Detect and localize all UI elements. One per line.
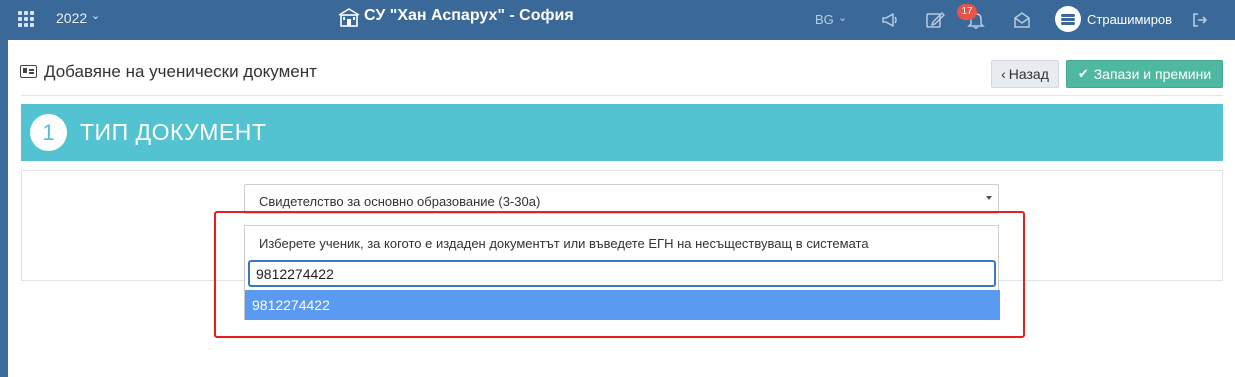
user-name[interactable]: Страшимиров <box>1087 12 1172 27</box>
chevron-down-icon[interactable]: ⌄ <box>91 9 100 22</box>
save-and-continue-button[interactable]: ✔ Запази и премини <box>1066 60 1223 88</box>
chevron-down-icon[interactable]: ⌄ <box>838 11 847 24</box>
save-button-label: Запази и премини <box>1093 66 1212 82</box>
id-card-icon <box>20 65 37 78</box>
year-selector[interactable]: 2022 <box>56 10 87 26</box>
student-dropdown: 9812274422 9812274422 <box>244 255 1000 320</box>
step-header: 1 ТИП ДОКУМЕНТ <box>21 104 1223 161</box>
language-selector[interactable]: BG <box>815 12 834 27</box>
step-number: 1 <box>30 114 67 151</box>
page-title: Добавяне на ученически документ <box>44 62 317 81</box>
document-type-select[interactable]: Свидетелство за основно образование (3-3… <box>244 184 999 214</box>
divider <box>21 95 1223 96</box>
student-search-input[interactable]: 9812274422 <box>248 260 996 287</box>
logout-icon[interactable] <box>1190 10 1210 30</box>
edit-icon[interactable] <box>925 10 945 30</box>
back-button-label: Назад <box>1008 66 1049 82</box>
student-select[interactable]: Изберете ученик, за когото е издаден док… <box>244 225 999 256</box>
envelope-icon[interactable] <box>1012 10 1032 30</box>
caret-down-icon <box>986 196 992 200</box>
top-navbar: 2022 ⌄ СУ "Хан Аспарух" - София BG ⌄ 17 … <box>0 0 1235 40</box>
notification-badge[interactable]: 17 <box>957 4 977 20</box>
dropdown-option[interactable]: 9812274422 <box>245 290 1000 320</box>
megaphone-icon[interactable] <box>880 10 900 30</box>
back-button[interactable]: ‹ Назад <box>991 60 1059 88</box>
check-icon: ✔ <box>1077 66 1089 81</box>
school-building-icon <box>338 8 360 27</box>
sidebar-edge <box>0 40 8 377</box>
student-select-placeholder: Изберете ученик, за когото е издаден док… <box>259 236 869 251</box>
avatar[interactable] <box>1055 6 1081 32</box>
step-title: ТИП ДОКУМЕНТ <box>80 119 267 145</box>
school-title: СУ "Хан Аспарух" - София <box>364 7 574 24</box>
grid-menu-icon[interactable] <box>18 11 34 27</box>
document-type-value: Свидетелство за основно образование (3-3… <box>259 194 541 209</box>
chevron-left-icon: ‹ <box>1001 66 1006 82</box>
